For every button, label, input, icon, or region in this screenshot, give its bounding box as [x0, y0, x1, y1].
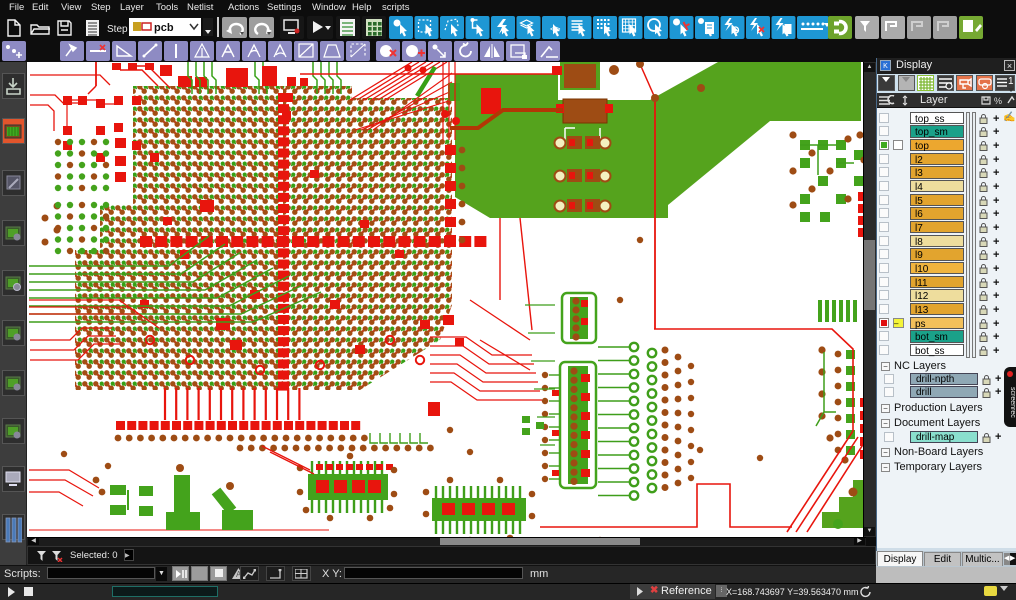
svg-text:Step: Step [107, 24, 128, 35]
svg-text:<>: <> [550, 24, 561, 34]
svg-text:pcb: pcb [154, 22, 174, 34]
svg-text:%: % [994, 96, 1002, 106]
